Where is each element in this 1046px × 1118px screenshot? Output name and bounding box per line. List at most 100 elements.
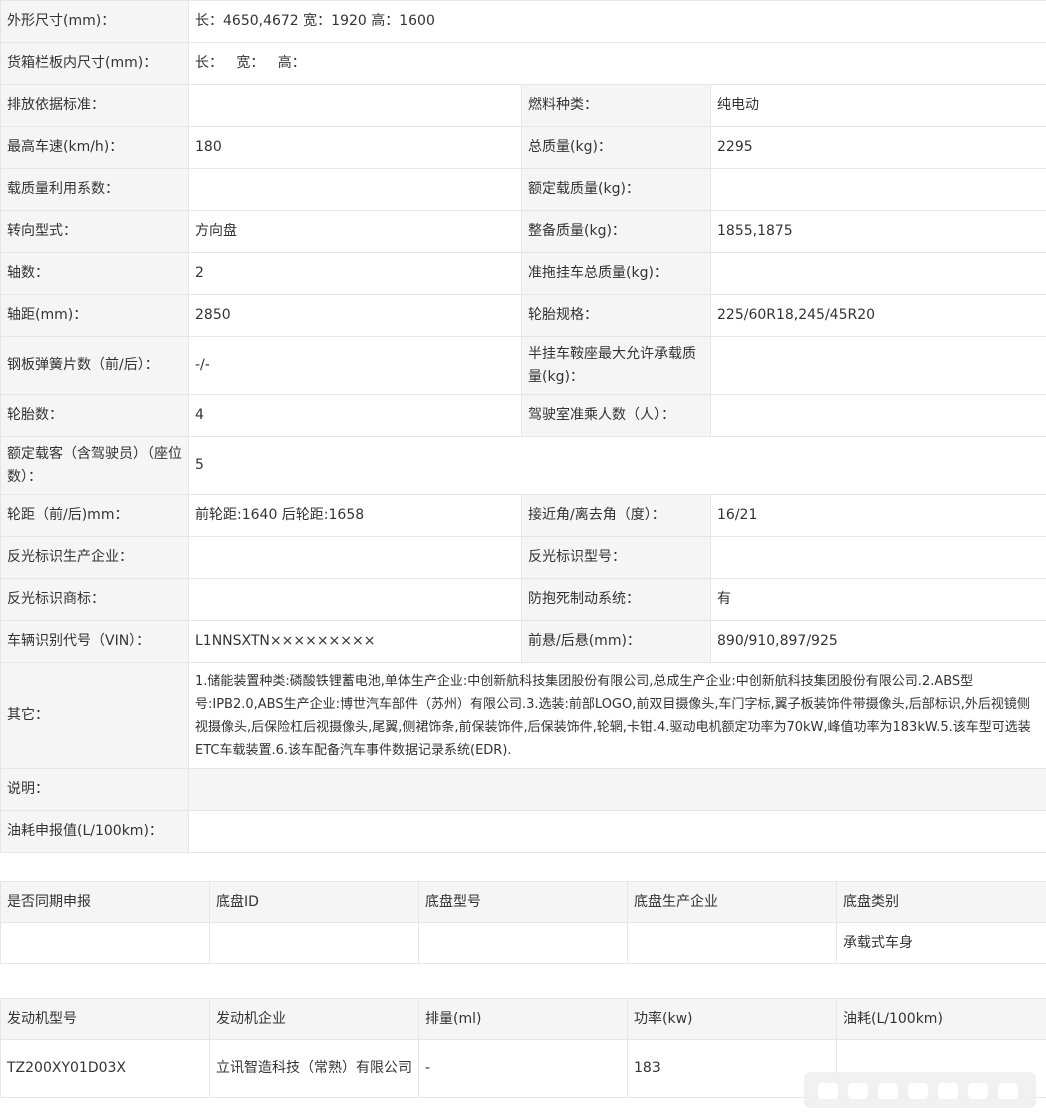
reflect-brand-value: [188, 578, 522, 621]
reflect-model-value: [709, 536, 1046, 579]
engine-header-cell: 功率(kw): [627, 998, 837, 1040]
total-mass-label: 总质量(kg)：: [521, 126, 711, 169]
note-value: [187, 768, 1046, 811]
steering-value: 方向盘: [188, 210, 522, 253]
cargo-value: 长： 宽： 高：: [187, 42, 1046, 85]
emission-value: [188, 84, 522, 127]
vin-label: 车辆识别代号（VIN）：: [0, 620, 189, 663]
engine-cell: TZ200XY01D03X: [0, 1039, 210, 1098]
spec-row-axles: 轴数： 2 准拖挂车总质量(kg)：: [0, 252, 1046, 295]
chassis-header-cell: 是否同期申报: [0, 881, 210, 923]
watermark-overlay: [804, 1072, 1036, 1108]
trailer-value: [709, 252, 1046, 295]
spec-row-track: 轮距（前/后)mm： 前轮距:1640 后轮距:1658 接近角/离去角（度）：…: [0, 494, 1046, 537]
spec-row-emission: 排放依据标准： 燃料种类： 纯电动: [0, 84, 1046, 127]
spec-row-fuel-consumption: 油耗申报值(L/100km)：: [0, 810, 1046, 853]
cab-value: [709, 394, 1046, 437]
axles-label: 轴数：: [0, 252, 189, 295]
tire-spec-value: 225/60R18,245/45R20: [709, 294, 1046, 337]
track-value: 前轮距:1640 后轮距:1658: [188, 494, 522, 537]
saddle-value: [709, 336, 1046, 395]
chassis-header-cell: 底盘型号: [418, 881, 628, 923]
tires-label: 轮胎数：: [0, 394, 189, 437]
spec-row-tires: 轮胎数： 4 驾驶室准乘人数（人）：: [0, 394, 1046, 437]
curb-value: 1855,1875: [709, 210, 1046, 253]
watermark-mark: [908, 1083, 928, 1099]
engine-header-cell: 油耗(L/100km): [836, 998, 1046, 1040]
rated-load-label: 额定载质量(kg)：: [521, 168, 711, 211]
dimensions-value: 长：4650,4672 宽：1920 高：1600: [187, 0, 1046, 43]
track-label: 轮距（前/后)mm：: [0, 494, 189, 537]
spring-label: 钢板弹簧片数（前/后）：: [0, 336, 189, 395]
speed-label: 最高车速(km/h)：: [0, 126, 189, 169]
chassis-header-row: 是否同期申报 底盘ID 底盘型号 底盘生产企业 底盘类别: [0, 881, 1046, 923]
speed-value: 180: [188, 126, 522, 169]
tires-value: 4: [188, 394, 522, 437]
engine-cell: -: [418, 1039, 628, 1098]
chassis-cell: [418, 922, 628, 964]
spec-row-vin: 车辆识别代号（VIN）： L1NNSXTN××××××××× 前悬/后悬(mm)…: [0, 620, 1046, 663]
chassis-header-cell: 底盘类别: [836, 881, 1046, 923]
dimensions-label: 外形尺寸(mm)：: [0, 0, 189, 43]
overhang-label: 前悬/后悬(mm)：: [521, 620, 711, 663]
wheelbase-value: 2850: [188, 294, 522, 337]
engine-header-cell: 发动机型号: [0, 998, 210, 1040]
fuel-label: 燃料种类：: [521, 84, 711, 127]
watermark-mark: [998, 1083, 1018, 1099]
spec-row-cargo: 货箱栏板内尺寸(mm)： 长： 宽： 高：: [0, 42, 1046, 85]
load-coef-value: [188, 168, 522, 211]
steering-label: 转向型式：: [0, 210, 189, 253]
overhang-value: 890/910,897/925: [709, 620, 1046, 663]
axles-value: 2: [188, 252, 522, 295]
reflect-brand-label: 反光标识商标：: [0, 578, 189, 621]
tire-spec-label: 轮胎规格：: [521, 294, 711, 337]
chassis-cell: 承载式车身: [836, 922, 1046, 964]
engine-header-row: 发动机型号 发动机企业 排量(ml) 功率(kw) 油耗(L/100km): [0, 998, 1046, 1040]
chassis-header-cell: 底盘生产企业: [627, 881, 837, 923]
curb-label: 整备质量(kg)：: [521, 210, 711, 253]
reflect-model-label: 反光标识型号：: [521, 536, 711, 579]
chassis-data-row: 承载式车身: [0, 922, 1046, 964]
cab-label: 驾驶室准乘人数（人）：: [521, 394, 711, 437]
watermark-mark: [878, 1083, 898, 1099]
spec-row-wheelbase: 轴距(mm)： 2850 轮胎规格： 225/60R18,245/45R20: [0, 294, 1046, 337]
other-label: 其它：: [0, 662, 189, 769]
trailer-label: 准拖挂车总质量(kg)：: [521, 252, 711, 295]
chassis-table: 是否同期申报 底盘ID 底盘型号 底盘生产企业 底盘类别 承载式车身: [0, 881, 1046, 964]
chassis-cell: [209, 922, 419, 964]
note-label: 说明：: [0, 768, 189, 811]
spring-value: -/-: [188, 336, 522, 395]
spec-row-other: 其它： 1.储能装置种类:磷酸铁锂蓄电池,单体生产企业:中创新航科技集团股份有限…: [0, 662, 1046, 769]
watermark-mark: [968, 1083, 988, 1099]
emission-label: 排放依据标准：: [0, 84, 189, 127]
vin-value: L1NNSXTN×××××××××: [188, 620, 522, 663]
engine-cell: 立讯智造科技（常熟）有限公司: [209, 1039, 419, 1098]
engine-header-cell: 发动机企业: [209, 998, 419, 1040]
spec-row-speed: 最高车速(km/h)： 180 总质量(kg)： 2295: [0, 126, 1046, 169]
reflect-maker-label: 反光标识生产企业：: [0, 536, 189, 579]
engine-header-cell: 排量(ml): [418, 998, 628, 1040]
total-mass-value: 2295: [709, 126, 1046, 169]
load-coef-label: 载质量利用系数：: [0, 168, 189, 211]
angle-value: 16/21: [709, 494, 1046, 537]
passengers-value: 5: [187, 436, 1046, 495]
fuel-consumption-label: 油耗申报值(L/100km)：: [0, 810, 189, 853]
reflect-maker-value: [188, 536, 522, 579]
chassis-header-cell: 底盘ID: [209, 881, 419, 923]
spec-row-note: 说明：: [0, 768, 1046, 811]
spec-row-reflect-brand: 反光标识商标： 防抱死制动系统： 有: [0, 578, 1046, 621]
rated-load-value: [709, 168, 1046, 211]
spec-row-spring: 钢板弹簧片数（前/后）： -/- 半挂车鞍座最大允许承载质量(kg)：: [0, 336, 1046, 395]
spec-row-dimensions: 外形尺寸(mm)： 长：4650,4672 宽：1920 高：1600: [0, 0, 1046, 43]
cargo-label: 货箱栏板内尺寸(mm)：: [0, 42, 189, 85]
abs-value: 有: [709, 578, 1046, 621]
watermark-mark: [848, 1083, 868, 1099]
spec-row-passengers: 额定载客（含驾驶员）（座位数）： 5: [0, 436, 1046, 495]
watermark-mark: [818, 1083, 838, 1099]
spec-row-steering: 转向型式： 方向盘 整备质量(kg)： 1855,1875: [0, 210, 1046, 253]
passengers-label: 额定载客（含驾驶员）（座位数）：: [0, 436, 189, 495]
spec-row-load: 载质量利用系数： 额定载质量(kg)：: [0, 168, 1046, 211]
chassis-cell: [627, 922, 837, 964]
chassis-cell: [0, 922, 210, 964]
angle-label: 接近角/离去角（度）：: [521, 494, 711, 537]
